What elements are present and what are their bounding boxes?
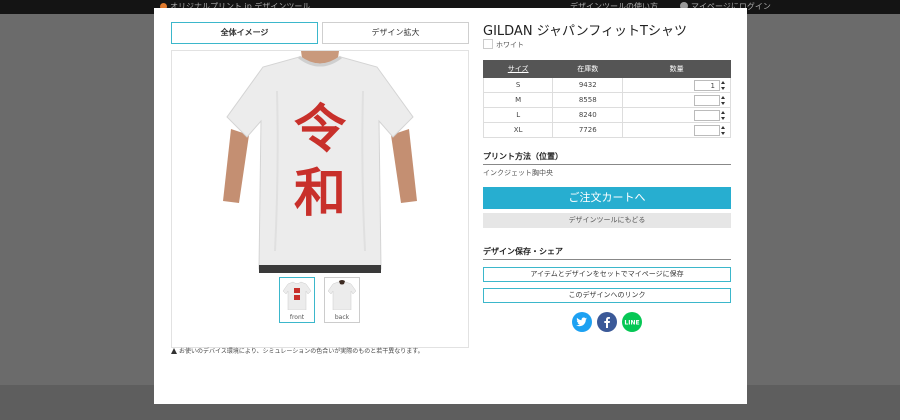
- header-quantity: 数量: [622, 60, 731, 78]
- quantity-input[interactable]: [694, 124, 720, 136]
- back-to-design-tool-button[interactable]: デザインツールにもどる: [483, 213, 731, 228]
- product-modal: 全体イメージ デザイン拡大 令 和 front back お使いのデバイス環境に…: [154, 8, 747, 404]
- tshirt-image: 令 和: [223, 51, 417, 273]
- stock-cell: 8558: [552, 92, 624, 108]
- line-icon-label: LINE: [624, 320, 639, 327]
- quantity-stepper[interactable]: [720, 125, 726, 136]
- color-notice: お使いのデバイス環境により、シミュレーションの色合いが実際のものと若干異なります…: [171, 347, 471, 356]
- line-icon[interactable]: LINE: [622, 312, 642, 332]
- tab-full-image[interactable]: 全体イメージ: [171, 22, 318, 44]
- quantity-stepper[interactable]: [720, 80, 726, 91]
- thumb-front-label: front: [289, 314, 305, 321]
- quantity-cell: [622, 92, 731, 108]
- print-char-2: 和: [294, 164, 346, 224]
- size-cell: S: [482, 77, 554, 93]
- quantity-cell: [622, 107, 731, 123]
- size-cell: XL: [482, 122, 554, 138]
- save-share-heading: デザイン保存・シェア: [483, 246, 731, 260]
- twitter-icon[interactable]: [572, 312, 592, 332]
- facebook-icon[interactable]: [597, 312, 617, 332]
- size-stock-table: サイズ 在庫数 数量 S 9432 1 M 8558 L 8240 XL 772…: [482, 60, 731, 138]
- quantity-stepper[interactable]: [720, 95, 726, 106]
- quantity-cell: 1: [622, 77, 731, 93]
- stock-cell: 7726: [552, 122, 624, 138]
- color-label: ホワイト: [496, 41, 524, 49]
- product-title: GILDAN ジャパンフィットTシャツ: [483, 24, 687, 39]
- stock-cell: 9432: [552, 77, 624, 93]
- tab-design-zoom[interactable]: デザイン拡大: [322, 22, 469, 44]
- color-swatch[interactable]: [483, 39, 493, 49]
- print-char-1: 令: [294, 100, 347, 160]
- save-to-mypage-button[interactable]: アイテムとデザインをセットでマイページに保存: [483, 267, 731, 282]
- quantity-input[interactable]: [694, 109, 720, 121]
- warning-icon: [171, 348, 177, 354]
- thumb-back-label: back: [334, 314, 350, 321]
- header-size[interactable]: サイズ: [482, 60, 554, 78]
- stock-cell: 8240: [552, 107, 624, 123]
- tshirt-preview: 令 和 front back: [171, 50, 469, 348]
- color-selector[interactable]: ホワイト: [483, 39, 524, 50]
- quantity-input[interactable]: 1: [694, 79, 720, 91]
- thumb-back[interactable]: back: [324, 277, 360, 323]
- print-method-value: インクジェット胸中央: [483, 169, 553, 177]
- table-row: S 9432 1: [482, 77, 731, 93]
- table-row: L 8240: [482, 107, 731, 123]
- quantity-input[interactable]: [694, 94, 720, 106]
- quantity-stepper[interactable]: [720, 110, 726, 121]
- size-cell: M: [482, 92, 554, 108]
- quantity-cell: [622, 122, 731, 138]
- size-cell: L: [482, 107, 554, 123]
- design-link-button[interactable]: このデザインへのリンク: [483, 288, 731, 303]
- table-row: XL 7726: [482, 122, 731, 138]
- order-cart-button[interactable]: ご注文カートへ: [483, 187, 731, 209]
- header-stock: 在庫数: [552, 60, 624, 78]
- table-row: M 8558: [482, 92, 731, 108]
- print-method-heading: プリント方法（位置）: [483, 151, 731, 165]
- thumb-front[interactable]: front: [279, 277, 315, 323]
